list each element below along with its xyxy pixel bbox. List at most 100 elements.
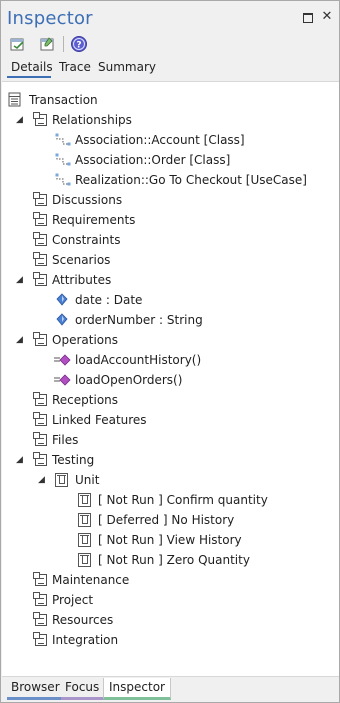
section-label: Unit: [75, 473, 100, 487]
test-icon: [78, 493, 91, 507]
operation-label: loadAccountHistory(): [75, 353, 202, 367]
test-item[interactable]: [ Not Run ] Confirm quantity: [2, 490, 339, 510]
section-icon: [33, 412, 47, 426]
section-label: Operations: [52, 333, 118, 347]
element-properties-icon[interactable]: [9, 35, 27, 53]
operation-item[interactable]: loadOpenOrders(): [2, 370, 339, 390]
tab-trace[interactable]: Trace: [59, 60, 91, 74]
tree-section-files[interactable]: Files: [2, 430, 339, 450]
section-label: Requirements: [52, 213, 136, 227]
test-label: [ Not Run ] Confirm quantity: [98, 493, 268, 507]
test-item[interactable]: [ Not Run ] View History: [2, 530, 339, 550]
tree-section-relationships[interactable]: ◢ Relationships: [2, 110, 339, 130]
section-label: Integration: [52, 633, 119, 647]
section-icon: [33, 232, 47, 246]
close-icon[interactable]: ✕: [321, 10, 333, 23]
test-item[interactable]: [ Deferred ] No History: [2, 510, 339, 530]
tree-section-unit[interactable]: ◢ Unit: [2, 470, 339, 490]
tree-section-linked-features[interactable]: Linked Features: [2, 410, 339, 430]
section-icon: [33, 572, 47, 586]
section-icon: [33, 332, 47, 346]
attribute-label: date : Date: [75, 293, 143, 307]
tree-section-project[interactable]: Project: [2, 590, 339, 610]
tree-section-resources[interactable]: Resources: [2, 610, 339, 630]
dock-tab-inspector[interactable]: Inspector: [103, 678, 171, 700]
tab-summary[interactable]: Summary: [98, 60, 156, 74]
tree-section-requirements[interactable]: Requirements: [2, 210, 339, 230]
section-label: Project: [52, 593, 94, 607]
section-label: Constraints: [52, 233, 121, 247]
dock-tab-focus[interactable]: Focus: [61, 678, 104, 700]
help-icon[interactable]: ?: [70, 35, 88, 53]
inspector-window: Inspector ✕ ? Details Trace Summary Tran…: [0, 0, 340, 703]
tree-section-scenarios[interactable]: Scenarios: [2, 250, 339, 270]
section-icon: [33, 252, 47, 266]
section-label: Maintenance: [52, 573, 130, 587]
attribute-icon: [56, 313, 70, 327]
tree-section-integration[interactable]: Integration: [2, 630, 339, 650]
class-element-icon: [8, 92, 22, 107]
section-icon: [33, 452, 47, 466]
relationship-label: Association::Order [Class]: [75, 153, 231, 167]
operation-label: loadOpenOrders(): [75, 373, 183, 387]
operation-item[interactable]: loadAccountHistory(): [2, 350, 339, 370]
test-label: [ Deferred ] No History: [98, 513, 235, 527]
section-icon: [33, 592, 47, 606]
collapse-arrow-icon[interactable]: ◢: [38, 470, 48, 490]
attribute-item[interactable]: date : Date: [2, 290, 339, 310]
connector-icon: [55, 133, 71, 147]
operation-icon: [53, 353, 71, 367]
tree-section-maintenance[interactable]: Maintenance: [2, 570, 339, 590]
tree-section-receptions[interactable]: Receptions: [2, 390, 339, 410]
tree-root-row[interactable]: Transaction: [2, 90, 339, 110]
attribute-label: orderNumber : String: [75, 313, 203, 327]
relationship-item[interactable]: Association::Order [Class]: [2, 150, 339, 170]
restore-icon[interactable]: [302, 11, 314, 23]
relationship-item[interactable]: Realization::Go To Checkout [UseCase]: [2, 170, 339, 190]
test-icon: [78, 513, 91, 527]
window-title: Inspector: [7, 8, 93, 29]
title-bar: Inspector ✕: [1, 1, 339, 33]
tab-details[interactable]: Details: [11, 60, 53, 74]
tree-section-operations[interactable]: ◢ Operations: [2, 330, 339, 350]
collapse-arrow-icon[interactable]: ◢: [16, 450, 26, 470]
section-icon: [33, 392, 47, 406]
section-label: Testing: [52, 453, 95, 467]
attribute-item[interactable]: orderNumber : String: [2, 310, 339, 330]
operation-icon: [53, 373, 71, 387]
connector-icon: [55, 173, 71, 187]
collapse-arrow-icon[interactable]: ◢: [16, 330, 26, 350]
feature-properties-icon[interactable]: [39, 35, 57, 53]
test-icon: [78, 533, 91, 547]
test-label: [ Not Run ] Zero Quantity: [98, 553, 250, 567]
collapse-arrow-icon[interactable]: ◢: [16, 270, 26, 290]
tree-section-attributes[interactable]: ◢ Attributes: [2, 270, 339, 290]
relationship-label: Association::Account [Class]: [75, 133, 245, 147]
collapse-arrow-icon[interactable]: ◢: [16, 110, 26, 130]
relationship-label: Realization::Go To Checkout [UseCase]: [75, 173, 307, 187]
toolbar: ?: [1, 33, 339, 55]
inspector-tabs: Details Trace Summary: [1, 55, 339, 79]
dock-tab-browser[interactable]: Browser: [7, 678, 64, 700]
attribute-icon: [56, 293, 70, 307]
tree-section-discussions[interactable]: Discussions: [2, 190, 339, 210]
active-tab-indicator: [7, 76, 51, 78]
toolbar-separator: [63, 36, 64, 52]
section-label: Discussions: [52, 193, 123, 207]
section-label: Linked Features: [52, 413, 147, 427]
tree-section-testing[interactable]: ◢ Testing: [2, 450, 339, 470]
test-item[interactable]: [ Not Run ] Zero Quantity: [2, 550, 339, 570]
section-icon: [33, 192, 47, 206]
connector-icon: [55, 153, 71, 167]
relationship-item[interactable]: Association::Account [Class]: [2, 130, 339, 150]
section-label: Resources: [52, 613, 114, 627]
tree-section-constraints[interactable]: Constraints: [2, 230, 339, 250]
tree-root-label: Transaction: [29, 93, 98, 107]
section-icon: [33, 612, 47, 626]
details-tree: Transaction ◢ Relationships Association:…: [2, 81, 339, 677]
section-icon: [33, 632, 47, 646]
test-icon: [55, 473, 68, 487]
section-icon: [33, 112, 47, 126]
section-icon: [33, 212, 47, 226]
section-label: Relationships: [52, 113, 132, 127]
